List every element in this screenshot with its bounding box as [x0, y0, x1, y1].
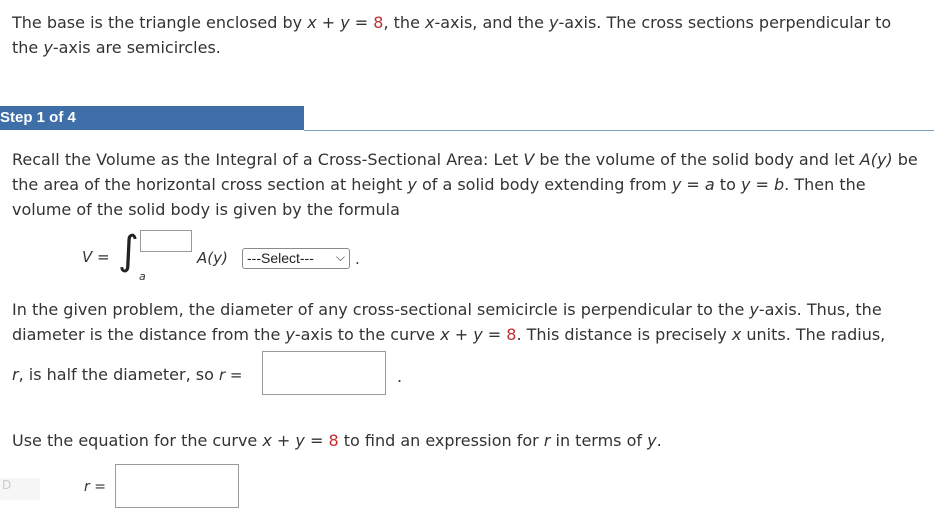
variable-y: y	[285, 325, 295, 344]
variable-y: y	[43, 38, 53, 57]
diameter-paragraph: In the given problem, the diameter of an…	[12, 297, 922, 347]
area-function: A(y)	[859, 150, 893, 169]
step-divider	[304, 130, 934, 131]
formula-lhs: V =	[82, 248, 110, 266]
recall-text: of a solid body extending from	[416, 175, 672, 194]
equation-rhs: 8	[506, 325, 517, 344]
equation-rhs: 8	[328, 431, 339, 450]
use-eq-text: in terms of	[550, 431, 648, 450]
radius-equation-label: r =	[218, 366, 243, 384]
use-eq-text: to find an expression for	[338, 431, 544, 450]
recall-text: be the volume of the solid body and let	[534, 150, 860, 169]
integral-sign: ∫	[118, 228, 139, 274]
radius-line: r, is half the diameter, so r =	[12, 362, 243, 388]
step-label: Step 1 of 4	[0, 109, 76, 126]
select-value: ---Select---	[247, 250, 314, 266]
upper-limit-input[interactable]	[140, 230, 192, 252]
differential-select[interactable]: ---Select--- ⌵	[242, 248, 350, 269]
r-expression-input[interactable]	[115, 464, 239, 508]
radius-period: .	[397, 367, 403, 386]
problem-text: -axis, and the	[434, 13, 549, 32]
use-eq-text: .	[656, 431, 662, 450]
recall-text: to	[714, 175, 741, 194]
variable-y: y	[407, 175, 417, 194]
recall-text: Recall the Volume as the Integral of a C…	[12, 150, 524, 169]
r-input-label: r =	[84, 479, 106, 495]
left-edge-fragment: D	[0, 478, 40, 500]
equation-lhs: x + y =	[307, 13, 374, 32]
fragment-text: D	[2, 478, 12, 492]
variable-r: r	[12, 365, 19, 384]
problem-text: The base is the triangle enclosed by	[12, 13, 308, 32]
diameter-text: In the given problem, the diameter of an…	[12, 300, 750, 319]
variable-y: y	[749, 300, 759, 319]
recall-paragraph: Recall the Volume as the Integral of a C…	[12, 147, 922, 222]
use-eq-text: Use the equation for the curve	[12, 431, 263, 450]
step-header: Step 1 of 4	[0, 106, 934, 131]
chevron-down-icon: ⌵	[335, 250, 345, 264]
equation-lhs: x + y =	[440, 325, 507, 344]
problem-text: -axis are semicircles.	[52, 38, 221, 57]
diameter-text: units. The radius,	[741, 325, 886, 344]
radius-text: , is half the diameter, so	[18, 365, 219, 384]
equation-y-a: y = a	[671, 175, 715, 194]
diameter-text: . This distance is precisely	[516, 325, 732, 344]
use-equation-paragraph: Use the equation for the curve x + y = 8…	[12, 428, 662, 453]
formula-period: .	[355, 250, 360, 268]
variable-x: x	[731, 325, 742, 344]
variable-y: y	[647, 431, 657, 450]
diameter-text: -axis to the curve	[294, 325, 441, 344]
problem-statement: The base is the triangle enclosed by x +…	[12, 10, 922, 60]
integrand: A(y)	[197, 249, 228, 267]
variable-V: V	[523, 150, 535, 169]
lower-limit: a	[139, 270, 146, 283]
problem-text: , the	[383, 13, 425, 32]
radius-answer-input[interactable]	[262, 351, 386, 395]
equation-y-b: y = b	[740, 175, 785, 194]
equation-rhs: 8	[373, 13, 384, 32]
equation-lhs: x + y =	[262, 431, 329, 450]
